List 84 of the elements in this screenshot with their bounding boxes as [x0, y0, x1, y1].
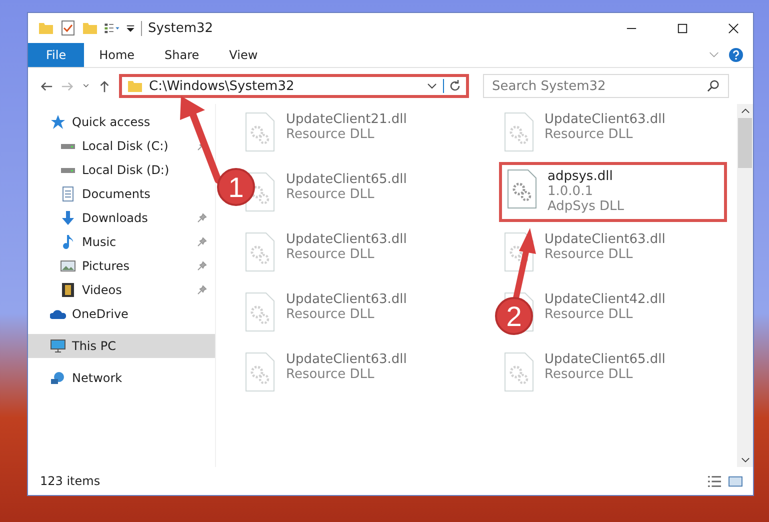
pc-icon — [50, 338, 66, 354]
ribbon-tab[interactable]: View — [214, 43, 273, 67]
file-name: UpdateClient42.dll — [544, 292, 666, 307]
download-icon — [60, 210, 76, 226]
file-name: UpdateClient63.dll — [544, 112, 666, 127]
sidebar-item[interactable]: This PC — [28, 334, 215, 358]
dll-file-icon — [502, 112, 534, 152]
address-bar[interactable]: C:\Windows\System32 — [119, 74, 469, 98]
file-detail: 1.0.0.1 — [548, 184, 594, 199]
scroll-down-icon[interactable] — [740, 457, 750, 463]
pictures-icon — [60, 258, 76, 274]
folder-icon — [127, 78, 143, 94]
file-name: UpdateClient63.dll — [286, 292, 407, 307]
file-name: UpdateClient65.dll — [544, 352, 666, 367]
caret-icon[interactable] — [427, 81, 437, 91]
search-icon — [707, 79, 720, 92]
pin-icon[interactable] — [197, 285, 207, 295]
item-count: 123 items — [40, 474, 100, 488]
sidebar-item[interactable]: Quick access — [28, 110, 215, 134]
music-icon — [60, 234, 76, 250]
maximize-button[interactable] — [677, 22, 688, 34]
pin-icon[interactable] — [197, 261, 207, 271]
docs-icon — [60, 186, 76, 202]
file-detail: Resource DLL — [286, 247, 376, 262]
file-detail: Resource DLL — [286, 187, 376, 202]
sidebar-item[interactable]: Pictures — [28, 254, 215, 278]
large-icons-view-icon[interactable] — [728, 474, 743, 488]
file-name: UpdateClient63.dll — [286, 232, 407, 247]
properties-icon[interactable] — [60, 20, 76, 36]
dll-file-icon — [244, 112, 276, 152]
step-number-badge: 1 — [217, 168, 255, 206]
dropdown-icon[interactable] — [126, 24, 135, 32]
videos-icon — [60, 282, 76, 298]
dll-file-icon — [244, 232, 276, 272]
drive-icon — [60, 166, 76, 174]
step-number-badge: 2 — [495, 297, 533, 335]
pin-icon[interactable] — [197, 213, 207, 223]
dll-file-icon — [244, 292, 276, 332]
file-tile[interactable]: adpsys.dll 1.0.0.1 AdpSys DLL — [498, 162, 727, 222]
ribbon-tab[interactable]: Home — [84, 43, 150, 67]
address-path: C:\Windows\System32 — [149, 78, 296, 94]
file-detail: Resource DLL — [544, 127, 634, 142]
sidebar-item[interactable]: Local Disk (D:) — [28, 158, 215, 182]
drive-icon — [60, 142, 76, 150]
close-button[interactable] — [728, 22, 739, 34]
expand-ribbon-icon[interactable] — [709, 51, 719, 59]
sidebar-item[interactable]: Network — [28, 366, 215, 390]
file-detail: Resource DLL — [544, 247, 634, 262]
file-name: UpdateClient63.dll — [544, 232, 666, 247]
file-detail: Resource DLL — [286, 367, 376, 382]
file-detail: AdpSys DLL — [548, 199, 624, 214]
sidebar-item[interactable]: Local Disk (C:) — [28, 134, 215, 158]
file-detail: Resource DLL — [286, 307, 376, 322]
folder-icon — [38, 20, 54, 36]
sidebar-item[interactable]: OneDrive — [28, 302, 215, 326]
scroll-thumb[interactable] — [738, 118, 752, 168]
ribbon-tab[interactable]: File — [28, 43, 84, 67]
up-arrow-icon[interactable] — [98, 80, 111, 92]
sidebar-item[interactable]: Documents — [28, 182, 215, 206]
star-icon — [50, 114, 66, 130]
dll-file-icon — [244, 352, 276, 392]
file-name: adpsys.dll — [548, 169, 614, 184]
scrollbar[interactable] — [737, 104, 753, 467]
file-name: UpdateClient63.dll — [286, 352, 407, 367]
ribbon-tab[interactable]: Share — [150, 43, 214, 67]
search-field[interactable]: Search System32 — [483, 74, 729, 98]
dll-file-icon — [502, 352, 534, 392]
file-name: UpdateClient21.dll — [286, 112, 407, 127]
sidebar-item[interactable]: Downloads — [28, 206, 215, 230]
sidebar-item[interactable]: Videos — [28, 278, 215, 302]
scroll-up-icon[interactable] — [740, 108, 750, 114]
file-name: UpdateClient65.dll — [286, 172, 407, 187]
dll-file-icon — [506, 169, 538, 209]
window-title: System32 — [141, 20, 214, 36]
sidebar-item[interactable]: Music — [28, 230, 215, 254]
file-detail: Resource DLL — [544, 367, 634, 382]
back-arrow-icon[interactable] — [40, 80, 53, 92]
file-detail: Resource DLL — [286, 127, 376, 142]
network-icon — [50, 370, 66, 386]
details-view-icon[interactable] — [707, 474, 722, 488]
pin-icon[interactable] — [197, 237, 207, 247]
file-detail: Resource DLL — [544, 307, 634, 322]
recent-caret-icon[interactable] — [82, 82, 90, 90]
help-icon[interactable] — [729, 48, 743, 62]
